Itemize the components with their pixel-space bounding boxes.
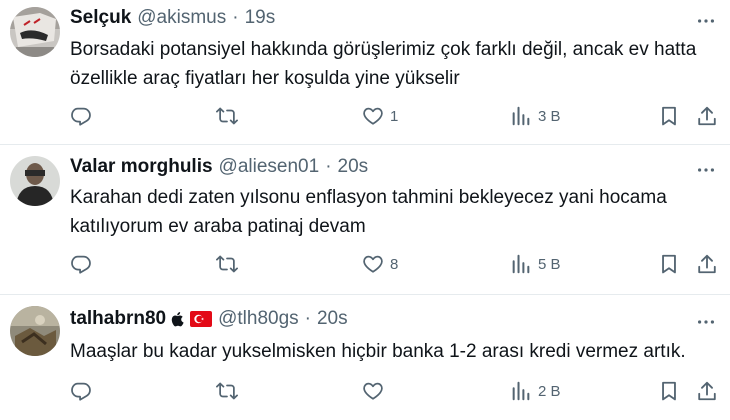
tweet[interactable]: Selçuk @akismus · 19s Borsadaki potansiy… [0,0,730,145]
timestamp[interactable]: 20s [317,308,348,330]
retweet-icon [216,105,238,127]
views-button[interactable]: 2 B [510,376,561,406]
display-name[interactable]: Valar morghulis [70,156,213,178]
retweet-button[interactable] [216,376,238,406]
views-button[interactable]: 3 B [510,101,561,131]
views-button[interactable]: 5 B [510,249,561,279]
reply-button[interactable] [70,249,92,279]
like-count: 8 [390,255,399,273]
display-name[interactable]: Selçuk [70,7,131,29]
tweet-text: Maaşlar bu kadar yukselmisken hiçbir ban… [70,341,686,362]
view-count: 2 B [538,382,561,400]
avatar[interactable] [10,156,60,206]
share-icon [696,380,718,402]
user-handle[interactable]: @akismus [137,7,226,29]
reply-button[interactable] [70,376,92,406]
share-button[interactable] [696,376,718,406]
user-handle[interactable]: @tlh80gs [218,308,299,330]
bookmark-button[interactable] [658,249,680,279]
like-button[interactable] [362,376,390,406]
views-icon [510,380,532,402]
like-button[interactable]: 8 [362,249,398,279]
share-icon [696,253,718,275]
timestamp[interactable]: 19s [245,7,276,29]
separator: · [232,7,239,28]
avatar[interactable] [10,306,60,356]
bookmark-button[interactable] [658,376,680,406]
views-icon [510,105,532,127]
tweet-text: Borsadaki potansiyel hakkında görüşlerim… [70,39,697,89]
action-bar: 2 B [66,376,722,406]
heart-icon [362,253,384,275]
display-name[interactable]: talhabrn80 [70,308,166,330]
bookmark-button[interactable] [658,101,680,131]
more-icon[interactable] [692,311,720,333]
heart-icon [362,380,384,402]
share-icon [696,105,718,127]
bookmark-icon [658,380,680,402]
tweet-header: Selçuk @akismus · 19s [70,7,275,29]
view-count: 3 B [538,107,561,125]
user-handle[interactable]: @aliesen01 [219,156,320,178]
action-bar: 8 5 B [66,249,722,279]
more-icon[interactable] [692,10,720,32]
like-count: 1 [390,107,399,125]
reply-icon [70,253,92,275]
reply-icon [70,380,92,402]
avatar[interactable] [10,7,60,57]
views-icon [510,253,532,275]
retweet-button[interactable] [216,101,238,131]
tweet-header: Valar morghulis @aliesen01 · 20s [70,156,368,178]
more-icon[interactable] [692,159,720,181]
tweet-text: Karahan dedi zaten yılsonu enflasyon tah… [70,187,667,237]
reply-button[interactable] [70,101,92,131]
tweet-feed: Selçuk @akismus · 19s Borsadaki potansiy… [0,0,730,420]
view-count: 5 B [538,255,561,273]
retweet-icon [216,253,238,275]
retweet-button[interactable] [216,249,238,279]
bookmark-icon [658,105,680,127]
reply-icon [70,105,92,127]
bookmark-icon [658,253,680,275]
like-button[interactable]: 1 [362,101,398,131]
share-button[interactable] [696,101,718,131]
retweet-icon [216,380,238,402]
separator: · [325,156,332,177]
separator: · [304,308,311,329]
timestamp[interactable]: 20s [338,156,369,178]
tweet-header: talhabrn80 @tlh80gs · 20s [70,308,348,330]
action-bar: 1 3 B [66,101,722,131]
share-button[interactable] [696,249,718,279]
tweet[interactable]: talhabrn80 @tlh80gs · 20s Maaşlar bu kad… [0,295,730,420]
tweet[interactable]: Valar morghulis @aliesen01 · 20s Karahan… [0,145,730,295]
apple-logo-icon [171,311,185,327]
turkey-flag-icon [190,311,213,327]
heart-icon [362,105,384,127]
